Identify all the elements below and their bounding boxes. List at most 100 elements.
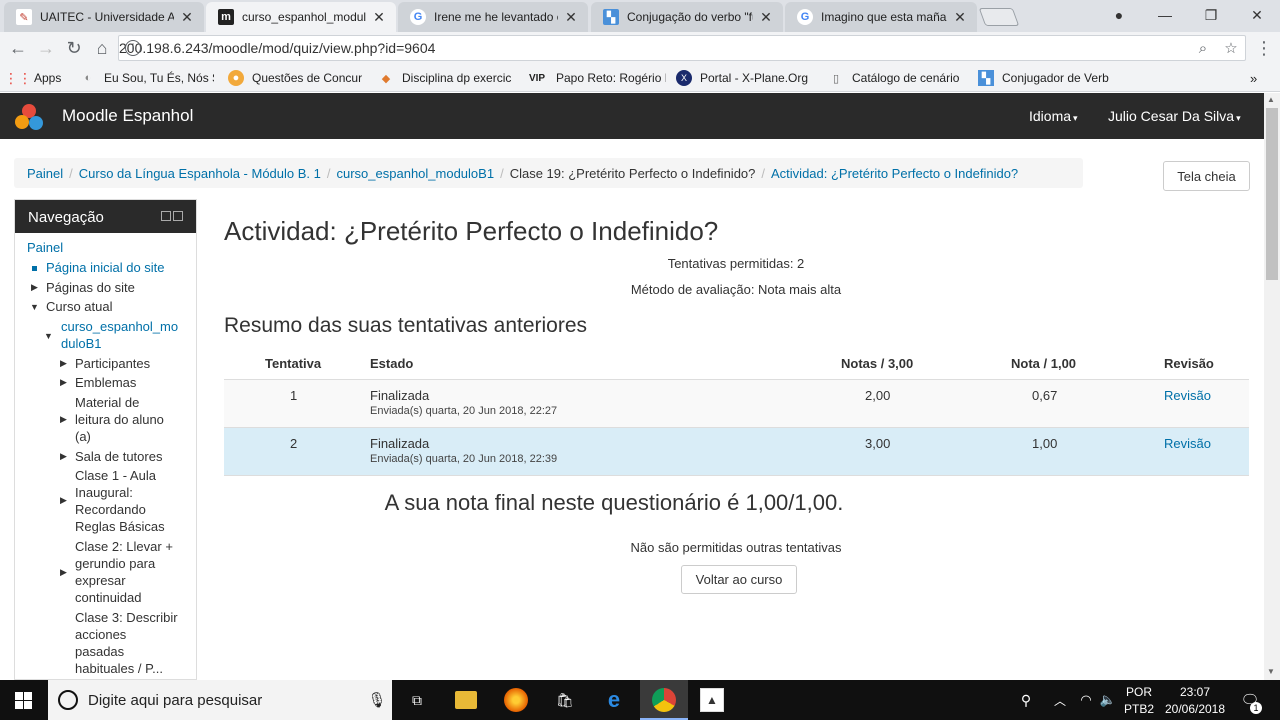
reload-icon[interactable]: ↻ bbox=[62, 36, 86, 60]
edge-icon[interactable]: e bbox=[602, 687, 626, 712]
close-tab-icon[interactable]: ✕ bbox=[953, 9, 967, 26]
show-hidden-icons-chevron[interactable]: ︿ bbox=[1048, 688, 1072, 712]
more-bookmarks-icon[interactable]: » bbox=[1250, 68, 1264, 88]
tab-google-irene[interactable]: G Irene me he levantado ej ✕ bbox=[398, 2, 588, 32]
people-icon[interactable]: ⚲ bbox=[1014, 688, 1038, 712]
breadcrumb-course-short[interactable]: curso_espanhol_moduloB1 bbox=[337, 166, 495, 181]
collapse-block-icon[interactable] bbox=[173, 211, 183, 221]
chrome-icon[interactable] bbox=[652, 688, 676, 712]
nav-course-short-line2[interactable]: duloB1 bbox=[61, 335, 101, 352]
close-tab-icon[interactable]: ✕ bbox=[759, 9, 773, 26]
nav-clase3-line2[interactable]: acciones bbox=[75, 626, 126, 643]
bookmark-disciplina[interactable]: ◆ Disciplina dp exercic bbox=[378, 68, 514, 88]
nav-clase2-line2[interactable]: gerundio para bbox=[75, 555, 155, 572]
zoom-search-icon[interactable]: ⌕ bbox=[1189, 40, 1217, 57]
nav-clase2-line1[interactable]: Clase 2: Llevar + bbox=[75, 538, 173, 555]
home-icon[interactable]: ⌂ bbox=[90, 36, 114, 60]
tab-google-imagino[interactable]: G Imagino que esta mañana ✕ bbox=[785, 2, 977, 32]
file-explorer-icon[interactable] bbox=[455, 691, 477, 709]
bookmark-papo-reto[interactable]: VIP Papo Reto: Rogério F bbox=[526, 68, 666, 88]
menu-kebab-icon[interactable]: ⋮ bbox=[1252, 36, 1276, 60]
collapse-arrow-icon[interactable]: ▼ bbox=[44, 331, 53, 341]
back-arrow-icon[interactable]: ← bbox=[6, 36, 30, 60]
expand-arrow-icon[interactable]: ▶ bbox=[60, 358, 67, 369]
close-tab-icon[interactable]: ✕ bbox=[180, 9, 194, 26]
bookmark-xplane[interactable]: X Portal - X-Plane.Org bbox=[676, 68, 816, 88]
site-name[interactable]: Moodle Espanhol bbox=[62, 106, 193, 126]
nav-painel[interactable]: Painel bbox=[27, 239, 63, 256]
volume-icon[interactable]: 🔈 bbox=[1096, 688, 1120, 712]
bookmark-questoes[interactable]: ● Questões de Concur bbox=[228, 68, 364, 88]
address-bar[interactable]: i 200.198.6.243/moodle/mod/quiz/view.php… bbox=[118, 35, 1246, 61]
bookmark-apps[interactable]: ⋮⋮ Apps bbox=[10, 68, 72, 88]
nav-badges[interactable]: Emblemas bbox=[75, 374, 136, 391]
close-window-button[interactable]: ✕ bbox=[1234, 0, 1280, 30]
nav-current-course[interactable]: Curso atual bbox=[46, 298, 112, 315]
nav-site-home[interactable]: Página inicial do site bbox=[46, 259, 165, 276]
user-menu[interactable]: Julio Cesar Da Silva ▾ bbox=[1108, 108, 1241, 124]
wifi-icon[interactable]: ◠ bbox=[1074, 688, 1098, 712]
fullscreen-button[interactable]: Tela cheia bbox=[1163, 161, 1250, 191]
dock-block-icon[interactable] bbox=[161, 211, 171, 221]
nav-clase3-line3[interactable]: pasadas bbox=[75, 643, 124, 660]
url-text[interactable]: 200.198.6.243/moodle/mod/quiz/view.php?i… bbox=[119, 40, 1189, 56]
nav-clase1-line2[interactable]: Inaugural: bbox=[75, 484, 133, 501]
new-tab-button[interactable] bbox=[978, 8, 1020, 26]
nav-site-pages[interactable]: Páginas do site bbox=[46, 279, 135, 296]
expand-arrow-icon[interactable]: ▶ bbox=[60, 451, 67, 462]
nav-clase2-line3[interactable]: expresar bbox=[75, 572, 126, 589]
breadcrumb-painel[interactable]: Painel bbox=[27, 166, 63, 181]
profile-icon[interactable]: ● bbox=[1096, 0, 1142, 30]
expand-arrow-icon[interactable]: ▶ bbox=[60, 377, 67, 388]
tab-conjugacao[interactable]: ▚ Conjugação do verbo "fu ✕ bbox=[591, 2, 783, 32]
tab-moodle[interactable]: m curso_espanhol_moduloB ✕ bbox=[206, 2, 396, 32]
bookmark-star-icon[interactable]: ☆ bbox=[1217, 39, 1245, 57]
bookmark-eu-sou[interactable]: ◐ Eu Sou, Tu És, Nós S bbox=[80, 68, 214, 88]
review-link[interactable]: Revisão bbox=[1164, 388, 1211, 403]
store-bag-icon[interactable]: 🛍 bbox=[553, 688, 577, 712]
nav-course-short-line1[interactable]: curso_espanhol_mo bbox=[61, 318, 178, 335]
review-link[interactable]: Revisão bbox=[1164, 436, 1211, 451]
expand-arrow-icon[interactable]: ▶ bbox=[31, 282, 38, 293]
task-view-icon[interactable]: ⧉ bbox=[405, 688, 429, 712]
restore-button[interactable]: ❐ bbox=[1188, 0, 1234, 30]
nav-clase3-line1[interactable]: Clase 3: Describir bbox=[75, 609, 178, 626]
taskbar-search[interactable]: Digite aqui para pesquisar 🎙 bbox=[48, 680, 392, 720]
nav-participants[interactable]: Participantes bbox=[75, 355, 150, 372]
input-language[interactable]: POR PTB2 bbox=[1122, 684, 1156, 718]
scroll-up-arrow-icon[interactable]: ▲ bbox=[1267, 95, 1275, 104]
scroll-down-arrow-icon[interactable]: ▼ bbox=[1267, 667, 1275, 676]
windows-start-icon[interactable] bbox=[15, 692, 32, 709]
language-menu[interactable]: Idioma ▾ bbox=[1029, 108, 1078, 124]
back-to-course-button[interactable]: Voltar ao curso bbox=[681, 565, 797, 594]
tab-uaitec[interactable]: ✎ UAITEC - Universidade Ab ✕ bbox=[4, 2, 204, 32]
nav-clase2-line4[interactable]: continuidad bbox=[75, 589, 142, 606]
site-info-icon[interactable]: i bbox=[125, 40, 141, 56]
nav-clase1-line3[interactable]: Recordando bbox=[75, 501, 146, 518]
nav-material-line2[interactable]: leitura do aluno bbox=[75, 411, 164, 428]
photos-icon[interactable]: ▲ bbox=[700, 688, 724, 712]
breadcrumb-course[interactable]: Curso da Língua Espanhola - Módulo B. 1 bbox=[79, 166, 321, 181]
expand-arrow-icon[interactable]: ▶ bbox=[60, 414, 67, 425]
scrollbar-thumb[interactable] bbox=[1266, 108, 1278, 280]
nav-material-line3[interactable]: (a) bbox=[75, 428, 91, 445]
nav-clase3-line4[interactable]: habituales / P... bbox=[75, 660, 163, 677]
forward-arrow-icon[interactable]: → bbox=[34, 36, 58, 60]
bookmark-catalogo[interactable]: ▯ Catálogo de cenário bbox=[828, 68, 964, 88]
expand-arrow-icon[interactable]: ▶ bbox=[60, 567, 67, 578]
minimize-button[interactable]: — bbox=[1142, 0, 1188, 30]
bookmark-conjugador[interactable]: ▚ Conjugador de Verb bbox=[978, 68, 1114, 88]
collapse-arrow-icon[interactable]: ▼ bbox=[30, 302, 39, 312]
nav-clase1-line1[interactable]: Clase 1 - Aula bbox=[75, 467, 156, 484]
close-tab-icon[interactable]: ✕ bbox=[564, 9, 578, 26]
firefox-icon[interactable] bbox=[504, 688, 528, 712]
expand-arrow-icon[interactable]: ▶ bbox=[60, 495, 67, 506]
clock[interactable]: 23:07 20/06/2018 bbox=[1160, 684, 1230, 718]
breadcrumb-activity[interactable]: Actividad: ¿Pretérito Perfecto o Indefin… bbox=[771, 166, 1018, 181]
microphone-icon[interactable]: 🎙 bbox=[362, 691, 392, 709]
nav-material-line1[interactable]: Material de bbox=[75, 394, 139, 411]
nav-tutors-room[interactable]: Sala de tutores bbox=[75, 448, 162, 465]
nav-clase1-line4[interactable]: Reglas Básicas bbox=[75, 518, 165, 535]
moodle-logo-icon[interactable] bbox=[14, 103, 44, 131]
close-tab-icon[interactable]: ✕ bbox=[372, 9, 386, 26]
